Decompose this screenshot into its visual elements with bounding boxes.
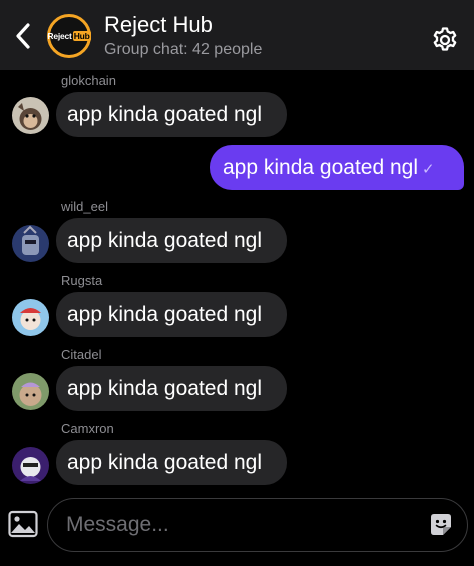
sender-name: wild_eel	[61, 199, 108, 214]
message-input[interactable]	[47, 498, 468, 552]
monkey-avatar[interactable]	[12, 97, 49, 134]
purple-avatar[interactable]	[12, 447, 49, 484]
gear-icon	[433, 27, 457, 51]
chat-title[interactable]: Reject Hub	[104, 12, 213, 38]
message-bubble[interactable]: app kinda goated ngl	[56, 366, 287, 411]
group-logo: Reject Hub	[47, 31, 91, 41]
chevron-left-icon	[16, 23, 30, 49]
sender-name: glokchain	[61, 73, 116, 88]
robot-avatar[interactable]	[12, 225, 49, 262]
outgoing-message-bubble[interactable]: app kinda goated ngl ✓	[210, 145, 464, 190]
back-button[interactable]	[10, 20, 36, 52]
message-bubble[interactable]: app kinda goated ngl	[56, 292, 287, 337]
group-avatar[interactable]: Reject Hub	[47, 14, 91, 58]
image-icon	[8, 510, 38, 538]
message-bubble[interactable]: app kinda goated ngl	[56, 92, 287, 137]
message-bubble[interactable]: app kinda goated ngl	[56, 440, 287, 485]
message-bubble[interactable]: app kinda goated ngl	[56, 218, 287, 263]
message-text: app kinda goated ngl	[223, 156, 418, 179]
read-check-icon: ✓	[422, 161, 435, 178]
sender-name: Rugsta	[61, 273, 103, 288]
sticker-icon	[431, 514, 451, 535]
chat-header: Reject Hub Reject Hub Group chat: 42 peop…	[0, 0, 474, 70]
message-list[interactable]: glokchain app kinda goated ngl app kinda…	[0, 70, 474, 490]
sender-name: Camxron	[61, 421, 114, 436]
photo-button[interactable]	[8, 510, 38, 538]
settings-button[interactable]	[430, 25, 460, 55]
composer-bar	[0, 490, 474, 566]
ape-avatar[interactable]	[12, 373, 49, 410]
chat-subtitle: Group chat: 42 people	[104, 41, 263, 58]
sender-name: Citadel	[61, 347, 102, 362]
sticker-button[interactable]	[428, 512, 454, 538]
cartoon-avatar[interactable]	[12, 299, 49, 336]
